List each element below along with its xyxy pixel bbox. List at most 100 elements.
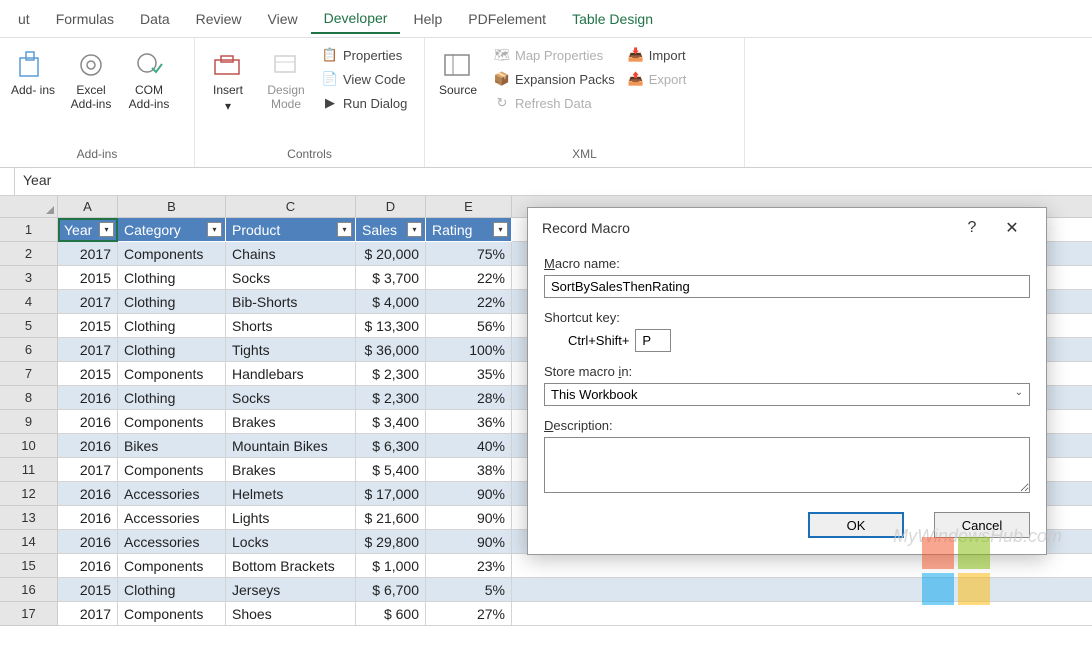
cell-product[interactable]: Shoes bbox=[226, 602, 356, 626]
cell-product[interactable]: Socks bbox=[226, 266, 356, 290]
cell-year[interactable]: 2015 bbox=[58, 578, 118, 602]
cell-rating[interactable]: 90% bbox=[426, 506, 512, 530]
menu-help[interactable]: Help bbox=[400, 5, 455, 33]
cell-category[interactable]: Bikes bbox=[118, 434, 226, 458]
cell-category[interactable]: Clothing bbox=[118, 266, 226, 290]
row-header[interactable]: 7 bbox=[0, 362, 58, 386]
help-button[interactable]: ? bbox=[952, 219, 992, 237]
cell-category[interactable]: Clothing bbox=[118, 578, 226, 602]
cell-rating[interactable]: 90% bbox=[426, 482, 512, 506]
cell-product[interactable]: Locks bbox=[226, 530, 356, 554]
cell-rating[interactable]: 35% bbox=[426, 362, 512, 386]
cell-sales[interactable]: $ 36,000 bbox=[356, 338, 426, 362]
cancel-button[interactable]: Cancel bbox=[934, 512, 1030, 538]
row-header[interactable]: 16 bbox=[0, 578, 58, 602]
cell-year[interactable]: 2016 bbox=[58, 386, 118, 410]
cell-sales[interactable]: $ 3,400 bbox=[356, 410, 426, 434]
column-header-E[interactable]: E bbox=[426, 196, 512, 218]
cell-year[interactable]: 2017 bbox=[58, 602, 118, 626]
cell-product[interactable]: Helmets bbox=[226, 482, 356, 506]
menu-table-design[interactable]: Table Design bbox=[559, 5, 666, 33]
cell-category[interactable]: Accessories bbox=[118, 482, 226, 506]
insert-button[interactable]: Insert ▾ bbox=[201, 44, 255, 118]
row-header[interactable]: 14 bbox=[0, 530, 58, 554]
table-header-product[interactable]: Product▾ bbox=[226, 218, 356, 242]
cell-year[interactable]: 2016 bbox=[58, 506, 118, 530]
cell-sales[interactable]: $ 4,000 bbox=[356, 290, 426, 314]
run-dialog-button[interactable]: ▶Run Dialog bbox=[317, 92, 411, 114]
cell-rating[interactable]: 75% bbox=[426, 242, 512, 266]
row-header[interactable]: 4 bbox=[0, 290, 58, 314]
row-header[interactable]: 3 bbox=[0, 266, 58, 290]
cell-product[interactable]: Bottom Brackets bbox=[226, 554, 356, 578]
shortcut-key-input[interactable] bbox=[635, 329, 671, 352]
cell-category[interactable]: Components bbox=[118, 410, 226, 434]
cell-category[interactable]: Components bbox=[118, 554, 226, 578]
cell-sales[interactable]: $ 17,000 bbox=[356, 482, 426, 506]
menu-data[interactable]: Data bbox=[127, 5, 183, 33]
properties-button[interactable]: 📋Properties bbox=[317, 44, 411, 66]
cell-year[interactable]: 2016 bbox=[58, 554, 118, 578]
cell-year[interactable]: 2017 bbox=[58, 338, 118, 362]
close-button[interactable]: ✕ bbox=[992, 218, 1032, 238]
formula-bar[interactable]: Year bbox=[15, 168, 1092, 195]
cell-year[interactable]: 2015 bbox=[58, 314, 118, 338]
cell-rating[interactable]: 40% bbox=[426, 434, 512, 458]
cell-rating[interactable]: 36% bbox=[426, 410, 512, 434]
source-button[interactable]: Source bbox=[431, 44, 485, 102]
cell-rating[interactable]: 38% bbox=[426, 458, 512, 482]
cell-rating[interactable]: 22% bbox=[426, 266, 512, 290]
cell-product[interactable]: Brakes bbox=[226, 458, 356, 482]
cell-category[interactable]: Clothing bbox=[118, 386, 226, 410]
cell-sales[interactable]: $ 6,700 bbox=[356, 578, 426, 602]
menu-pdfelement[interactable]: PDFelement bbox=[455, 5, 559, 33]
com-addins-button[interactable]: COM Add-ins bbox=[122, 44, 176, 116]
row-header[interactable]: 17 bbox=[0, 602, 58, 626]
macro-name-input[interactable] bbox=[544, 275, 1030, 298]
cell-year[interactable]: 2016 bbox=[58, 410, 118, 434]
cell-year[interactable]: 2015 bbox=[58, 362, 118, 386]
filter-dropdown-icon[interactable]: ▾ bbox=[493, 222, 508, 237]
cell-sales[interactable]: $ 6,300 bbox=[356, 434, 426, 458]
cell-product[interactable]: Jerseys bbox=[226, 578, 356, 602]
import-button[interactable]: 📥Import bbox=[623, 44, 691, 66]
row-header[interactable]: 6 bbox=[0, 338, 58, 362]
cell-year[interactable]: 2016 bbox=[58, 530, 118, 554]
expansion-packs-button[interactable]: 📦Expansion Packs bbox=[489, 68, 619, 90]
menu-view[interactable]: View bbox=[255, 5, 311, 33]
cell-category[interactable]: Components bbox=[118, 362, 226, 386]
cell-category[interactable]: Components bbox=[118, 602, 226, 626]
cell-rating[interactable]: 100% bbox=[426, 338, 512, 362]
cell-sales[interactable]: $ 5,400 bbox=[356, 458, 426, 482]
cell-category[interactable]: Clothing bbox=[118, 338, 226, 362]
column-header-A[interactable]: A bbox=[58, 196, 118, 218]
row-header[interactable]: 15 bbox=[0, 554, 58, 578]
cell-category[interactable]: Components bbox=[118, 242, 226, 266]
cell-year[interactable]: 2017 bbox=[58, 290, 118, 314]
cell-sales[interactable]: $ 600 bbox=[356, 602, 426, 626]
cell-year[interactable]: 2017 bbox=[58, 458, 118, 482]
cell-rating[interactable]: 5% bbox=[426, 578, 512, 602]
description-input[interactable] bbox=[544, 437, 1030, 493]
cell-rating[interactable]: 22% bbox=[426, 290, 512, 314]
table-header-category[interactable]: Category▾ bbox=[118, 218, 226, 242]
cell-sales[interactable]: $ 13,300 bbox=[356, 314, 426, 338]
cell-product[interactable]: Lights bbox=[226, 506, 356, 530]
column-header-C[interactable]: C bbox=[226, 196, 356, 218]
ok-button[interactable]: OK bbox=[808, 512, 904, 538]
column-header-D[interactable]: D bbox=[356, 196, 426, 218]
row-header[interactable]: 11 bbox=[0, 458, 58, 482]
filter-dropdown-icon[interactable]: ▾ bbox=[407, 222, 422, 237]
table-header-sales[interactable]: Sales▾ bbox=[356, 218, 426, 242]
row-header[interactable]: 2 bbox=[0, 242, 58, 266]
cell-product[interactable]: Mountain Bikes bbox=[226, 434, 356, 458]
cell-category[interactable]: Accessories bbox=[118, 506, 226, 530]
cell-rating[interactable]: 90% bbox=[426, 530, 512, 554]
cell-sales[interactable]: $ 2,300 bbox=[356, 386, 426, 410]
addins-button[interactable]: Add- ins bbox=[6, 44, 60, 102]
cell-product[interactable]: Socks bbox=[226, 386, 356, 410]
menu-formulas[interactable]: Formulas bbox=[43, 5, 127, 33]
filter-dropdown-icon[interactable]: ▾ bbox=[337, 222, 352, 237]
cell-rating[interactable]: 56% bbox=[426, 314, 512, 338]
row-header[interactable]: 10 bbox=[0, 434, 58, 458]
